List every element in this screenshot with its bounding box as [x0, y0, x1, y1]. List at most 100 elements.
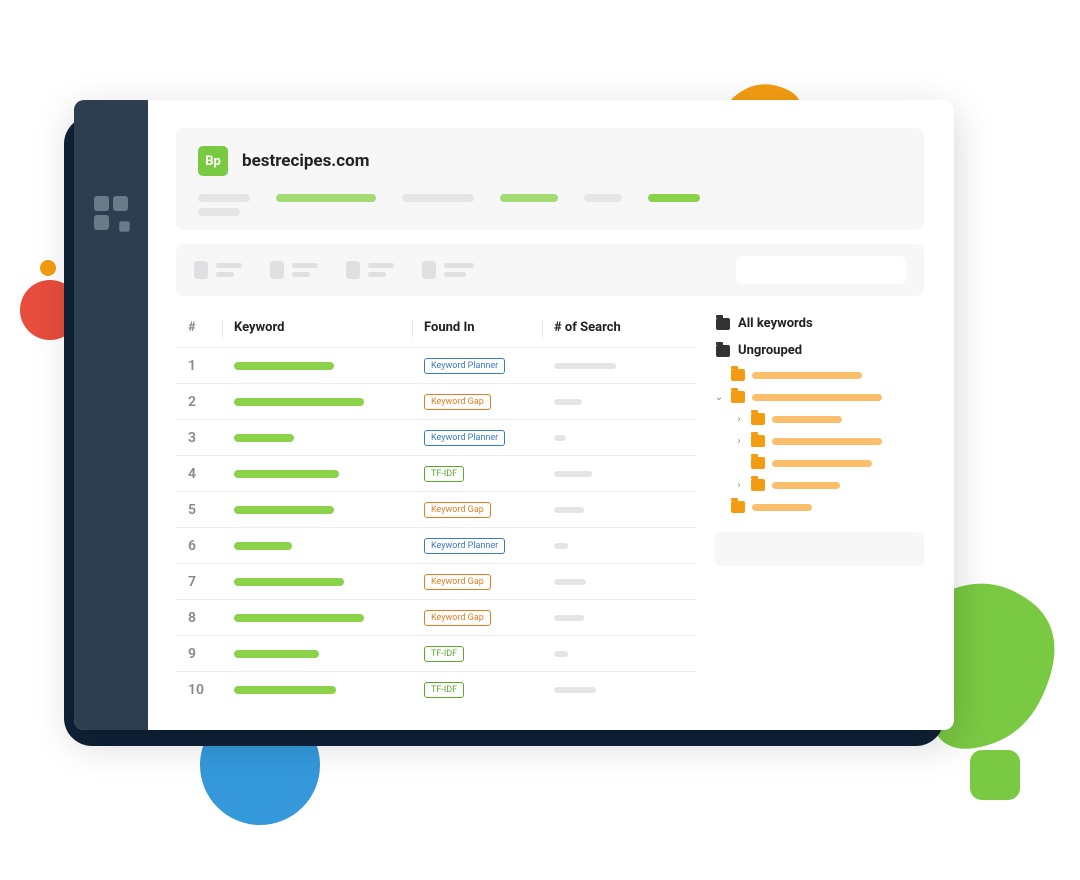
- source-tag: TF-IDF: [424, 682, 464, 698]
- row-number: 5: [176, 492, 226, 528]
- search-volume-cell: [546, 600, 696, 636]
- found-in-cell: Keyword Planner: [416, 528, 546, 564]
- folder-tree-item[interactable]: [714, 452, 924, 474]
- keyword-cell: [226, 672, 416, 708]
- decor-square-green: [970, 750, 1020, 800]
- search-volume-cell: [546, 636, 696, 672]
- table-row[interactable]: 1 Keyword Planner: [176, 348, 696, 384]
- folder-ungrouped[interactable]: Ungrouped: [714, 337, 924, 364]
- folder-icon: [751, 413, 765, 425]
- folder-label-placeholder: [752, 504, 812, 511]
- table-row[interactable]: 2 Keyword Gap: [176, 384, 696, 420]
- col-found-in[interactable]: Found In: [416, 310, 546, 348]
- search-volume-cell: [546, 384, 696, 420]
- search-volume-cell: [546, 528, 696, 564]
- row-number: 10: [176, 672, 226, 708]
- folder-icon: [751, 479, 765, 491]
- sidebar: [74, 100, 148, 730]
- keyword-cell: [226, 456, 416, 492]
- source-tag: TF-IDF: [424, 646, 464, 662]
- table-row[interactable]: 4 TF-IDF: [176, 456, 696, 492]
- col-number[interactable]: #: [176, 310, 226, 348]
- app-logo-icon[interactable]: [94, 196, 128, 230]
- search-volume-cell: [546, 564, 696, 600]
- search-volume-cell: [546, 672, 696, 708]
- folder-label-placeholder: [772, 438, 882, 445]
- folder-tree-item[interactable]: ›: [714, 430, 924, 452]
- found-in-cell: TF-IDF: [416, 636, 546, 672]
- keywords-table: # Keyword Found In # of Search 1 Keyword …: [176, 310, 696, 707]
- keyword-cell: [226, 492, 416, 528]
- row-number: 2: [176, 384, 226, 420]
- folder-icon: [716, 345, 730, 357]
- folder-all-keywords[interactable]: All keywords: [714, 310, 924, 337]
- table-row[interactable]: 7 Keyword Gap: [176, 564, 696, 600]
- source-tag: TF-IDF: [424, 466, 464, 482]
- row-number: 4: [176, 456, 226, 492]
- keyword-cell: [226, 528, 416, 564]
- row-number: 7: [176, 564, 226, 600]
- app-window: Bp bestrecipes.com: [74, 100, 954, 730]
- search-volume-cell: [546, 348, 696, 384]
- col-search-volume[interactable]: # of Search: [546, 310, 696, 348]
- project-header: Bp bestrecipes.com: [176, 128, 924, 230]
- table-row[interactable]: 5 Keyword Gap: [176, 492, 696, 528]
- folder-icon: [751, 457, 765, 469]
- folder-panel: All keywords Ungrouped ⌄ › › ›: [714, 310, 924, 707]
- found-in-cell: TF-IDF: [416, 672, 546, 708]
- toolbar-filter-4[interactable]: [422, 261, 474, 279]
- folder-label-placeholder: [752, 372, 862, 379]
- found-in-cell: Keyword Gap: [416, 492, 546, 528]
- toolbar: [176, 244, 924, 296]
- chevron-icon: ›: [734, 436, 744, 447]
- source-tag: Keyword Gap: [424, 502, 491, 518]
- found-in-cell: Keyword Gap: [416, 600, 546, 636]
- folder-icon: [751, 435, 765, 447]
- folder-label: Ungrouped: [738, 343, 802, 358]
- found-in-cell: Keyword Planner: [416, 348, 546, 384]
- keyword-cell: [226, 636, 416, 672]
- search-volume-cell: [546, 420, 696, 456]
- found-in-cell: Keyword Gap: [416, 384, 546, 420]
- search-input[interactable]: [736, 256, 906, 284]
- source-tag: Keyword Gap: [424, 574, 491, 590]
- table-row[interactable]: 6 Keyword Planner: [176, 528, 696, 564]
- main-content: Bp bestrecipes.com: [148, 100, 954, 730]
- chevron-icon: ›: [734, 480, 744, 491]
- found-in-cell: TF-IDF: [416, 456, 546, 492]
- folder-tree-item[interactable]: ›: [714, 408, 924, 430]
- folder-label-placeholder: [772, 482, 840, 489]
- folder-label-placeholder: [752, 394, 882, 401]
- toolbar-filter-2[interactable]: [270, 261, 318, 279]
- row-number: 1: [176, 348, 226, 384]
- decor-dot-orange: [40, 260, 56, 276]
- folder-icon: [731, 501, 745, 513]
- folder-tree-item[interactable]: [714, 364, 924, 386]
- toolbar-filter-1[interactable]: [194, 261, 242, 279]
- source-tag: Keyword Gap: [424, 610, 491, 626]
- col-keyword[interactable]: Keyword: [226, 310, 416, 348]
- folder-tree-item[interactable]: [714, 496, 924, 518]
- table-row[interactable]: 9TF-IDF: [176, 636, 696, 672]
- domain-badge: Bp: [198, 146, 228, 176]
- folder-tree-item[interactable]: ›: [714, 474, 924, 496]
- toolbar-filter-3[interactable]: [346, 261, 394, 279]
- folder-tree-item[interactable]: ⌄: [714, 386, 924, 408]
- source-tag: Keyword Planner: [424, 358, 505, 374]
- keyword-cell: [226, 348, 416, 384]
- nav-tabs: [198, 194, 902, 216]
- chevron-icon: ›: [734, 414, 744, 425]
- panel-footer-box: [714, 532, 924, 566]
- found-in-cell: Keyword Gap: [416, 564, 546, 600]
- search-volume-cell: [546, 456, 696, 492]
- row-number: 6: [176, 528, 226, 564]
- table-row[interactable]: 8 Keyword Gap: [176, 600, 696, 636]
- folder-label-placeholder: [772, 416, 842, 423]
- table-row[interactable]: 3Keyword Planner: [176, 420, 696, 456]
- keyword-cell: [226, 564, 416, 600]
- row-number: 8: [176, 600, 226, 636]
- table-row[interactable]: 10 TF-IDF: [176, 672, 696, 708]
- source-tag: Keyword Planner: [424, 538, 505, 554]
- row-number: 3: [176, 420, 226, 456]
- keyword-cell: [226, 384, 416, 420]
